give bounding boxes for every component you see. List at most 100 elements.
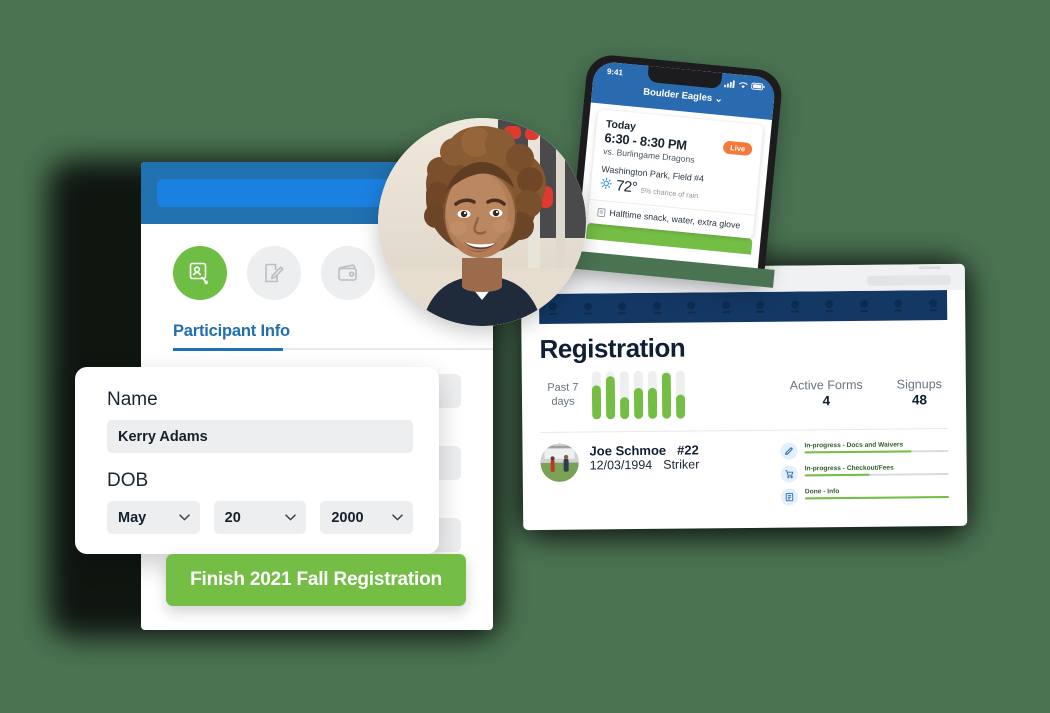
temperature: 72° [615, 177, 638, 197]
tab-underline-active [173, 348, 283, 351]
nav-dot-icon [790, 300, 799, 309]
dashboard-body: Registration Past 7 days Active Forms 4 Si… [521, 320, 966, 420]
participant-dob: 12/03/1994 [589, 457, 653, 473]
nav-strip-item[interactable] [687, 301, 696, 314]
chart-bar [675, 370, 686, 419]
status-indicators [723, 79, 766, 91]
chart-bar-fill [675, 394, 686, 419]
nav-dot-icon [894, 299, 903, 308]
metric-value: 4 [822, 393, 831, 409]
document-icon [780, 488, 799, 506]
chevron-down-icon [285, 514, 297, 521]
task-progress-track [804, 450, 949, 454]
nav-dash-icon [687, 311, 696, 314]
nav-strip-item[interactable] [583, 302, 592, 315]
nav-strip-item[interactable] [652, 301, 661, 314]
task-progress-fill [804, 496, 949, 500]
nav-strip-item[interactable] [721, 301, 730, 314]
browser-address-placeholder[interactable] [866, 275, 951, 286]
participant-id-icon [187, 260, 213, 286]
chart-caption: Past 7 days [540, 382, 586, 410]
chart-bar-fill [647, 387, 658, 419]
wallet-icon [335, 260, 361, 286]
chart-caption-line1: Past 7 [547, 381, 579, 395]
form-pencil-icon [261, 260, 287, 286]
chart-bar-fill [620, 397, 630, 420]
nav-dash-icon [756, 310, 765, 313]
nav-dash-icon [790, 310, 799, 313]
step-forms[interactable] [247, 246, 301, 300]
task-item[interactable]: In-progress - Docs and Waivers [780, 441, 949, 460]
dob-day-select[interactable]: 20 [213, 501, 307, 534]
nav-dot-icon [825, 300, 834, 309]
nav-dash-icon [929, 309, 938, 312]
form-tabs: Participant Info [141, 322, 493, 351]
stats-row: Past 7 days Active Forms 4 Signups 48 [540, 368, 948, 420]
dashboard-nav-strip [539, 290, 948, 324]
task-item[interactable]: In-progress - Checkout/Fees [780, 464, 949, 483]
nav-strip-item[interactable] [825, 300, 834, 313]
rain-chance: 5% chance of rain [640, 185, 699, 201]
participant-number: #22 [677, 442, 699, 458]
nav-dash-icon [721, 311, 730, 314]
avatar [540, 443, 579, 482]
nav-dot-icon [583, 302, 592, 311]
task-progress-fill [804, 473, 870, 477]
participant-details-card: Name Kerry Adams DOB May 20 2000 [75, 367, 439, 554]
live-badge: Live [722, 140, 753, 157]
nav-strip-item[interactable] [618, 302, 627, 315]
phone-screen: 9:41 Boulder Eagles ⌄ Today 6:30 - 8:30 … [575, 60, 777, 283]
nav-dash-icon [549, 312, 558, 315]
nav-dash-icon [652, 311, 661, 314]
participant-name: Joe Schmoe [589, 442, 667, 459]
chart-bar-fill [605, 376, 616, 420]
metric: Signups 48 [897, 377, 942, 407]
tab-participant-info[interactable]: Participant Info [173, 322, 290, 340]
step-checkout[interactable] [321, 246, 375, 300]
status-time: 9:41 [606, 66, 624, 78]
nav-strip-item[interactable] [756, 300, 765, 313]
nav-dash-icon [894, 309, 903, 312]
nav-strip-item[interactable] [790, 300, 799, 313]
task-item[interactable]: Done - Info [780, 487, 949, 506]
name-label: Name [107, 389, 158, 410]
cart-icon [780, 465, 798, 483]
page-title: Registration [539, 332, 686, 364]
task-label: In-progress - Checkout/Fees [804, 464, 894, 473]
nav-dash-icon [618, 312, 627, 315]
participant-position: Striker [663, 457, 700, 472]
dob-day-value: 20 [224, 509, 241, 526]
cellular-icon [723, 80, 735, 89]
finish-registration-button[interactable]: Finish 2021 Fall Registration [166, 554, 466, 606]
chevron-down-icon [392, 514, 403, 521]
chart-bar-fill [661, 373, 672, 419]
participant-primary-line: Joe Schmoe #22 [589, 442, 699, 458]
sun-icon [600, 177, 612, 190]
nav-dot-icon [652, 301, 661, 310]
task-progress-track [804, 496, 949, 500]
nav-strip-item[interactable] [894, 299, 903, 312]
dob-year-select[interactable]: 2000 [320, 501, 414, 534]
chart-caption-line2: days [551, 395, 575, 408]
nav-dash-icon [859, 309, 868, 312]
wifi-icon [739, 82, 748, 89]
chart-bar [647, 370, 658, 419]
nav-dot-icon [549, 302, 558, 311]
chart-bar-fill [633, 387, 644, 420]
nav-strip-item[interactable] [549, 302, 558, 315]
nav-dash-icon [583, 312, 592, 315]
nav-dot-icon [618, 302, 627, 311]
nav-strip-item[interactable] [928, 299, 938, 312]
nav-strip-item[interactable] [859, 299, 868, 312]
task-body: Done - Info [804, 487, 949, 500]
metric: Active Forms 4 [790, 378, 863, 409]
participant-portrait-photo [378, 118, 586, 326]
name-input[interactable]: Kerry Adams [107, 420, 413, 453]
composite-hero-illustration: Participant Info Name Kerry Adams DOB Ma… [0, 0, 1050, 713]
task-progress-track [804, 473, 949, 477]
pencil-icon [780, 442, 798, 460]
dob-month-select[interactable]: May [107, 501, 200, 534]
next-game-card[interactable]: Today 6:30 - 8:30 PM vs. Burlingame Drag… [587, 109, 764, 239]
battery-icon [751, 82, 765, 91]
step-participant-info[interactable] [173, 246, 227, 300]
